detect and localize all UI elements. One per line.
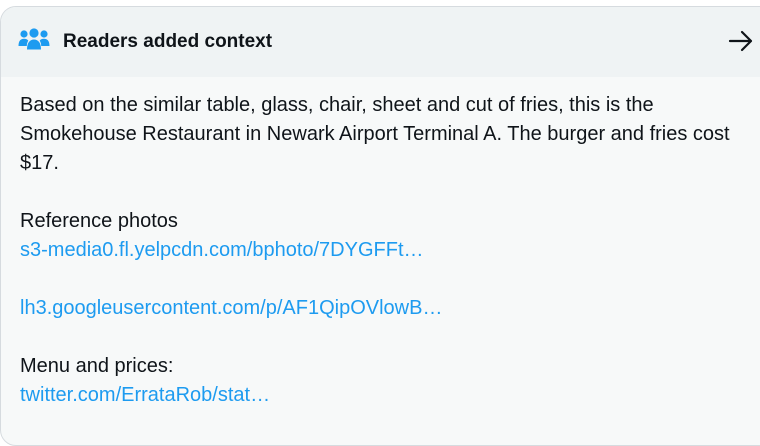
reference-link-google[interactable]: lh3.googleusercontent.com/p/AF1QipOVlowB… xyxy=(20,294,756,323)
note-header-title: Readers added context xyxy=(63,31,273,52)
menu-link-twitter[interactable]: twitter.com/ErrataRob/stat… xyxy=(20,381,756,410)
people-icon xyxy=(18,28,50,50)
arrow-right-icon[interactable] xyxy=(728,29,754,53)
note-text: Based on the similar table, glass, chair… xyxy=(20,94,730,174)
community-note-card: Readers added context Based on the simil… xyxy=(0,6,760,446)
reference-photos-label: Reference photos xyxy=(20,210,178,232)
reference-link-yelp[interactable]: s3-media0.fl.yelpcdn.com/bphoto/7DYGFFt… xyxy=(20,236,756,265)
note-header[interactable]: Readers added context xyxy=(1,7,760,77)
note-body: Based on the similar table, glass, chair… xyxy=(20,91,756,410)
menu-prices-label: Menu and prices: xyxy=(20,355,174,377)
